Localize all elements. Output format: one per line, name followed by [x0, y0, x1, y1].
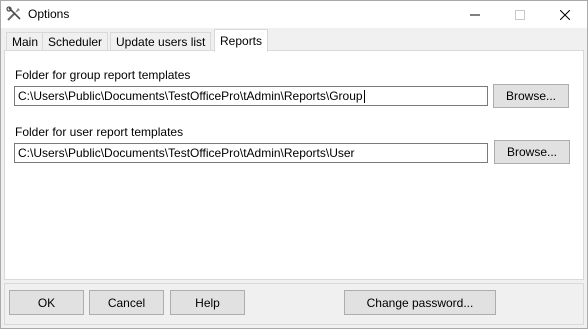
tab-reports[interactable]: Reports [214, 29, 269, 52]
options-window: Options Main Scheduler Update users list… [0, 0, 588, 329]
tab-update-users-list[interactable]: Update users list [110, 32, 212, 51]
maximize-icon [514, 9, 525, 20]
user-templates-label: Folder for user report templates [15, 125, 184, 139]
ok-button[interactable]: OK [9, 290, 84, 315]
tab-main[interactable]: Main [6, 32, 45, 51]
tab-scheduler[interactable]: Scheduler [42, 32, 109, 51]
help-button[interactable]: Help [170, 290, 245, 315]
close-icon [559, 9, 570, 20]
user-templates-path-input[interactable]: C:\Users\Public\Documents\TestOfficePro\… [14, 143, 488, 163]
cancel-button[interactable]: Cancel [89, 290, 164, 315]
maximize-button[interactable] [497, 1, 542, 28]
reports-panel: Folder for group report templates C:\Use… [4, 50, 584, 280]
text-caret [363, 89, 365, 103]
group-templates-label: Folder for group report templates [15, 68, 191, 82]
close-button[interactable] [542, 1, 587, 28]
group-browse-button[interactable]: Browse... [493, 84, 569, 108]
tab-strip: Main Scheduler Update users list Reports [1, 28, 587, 52]
minimize-button[interactable] [452, 1, 497, 28]
tools-icon [6, 6, 22, 22]
change-password-button[interactable]: Change password... [344, 290, 496, 315]
minimize-icon [469, 14, 480, 15]
window-title: Options [28, 7, 70, 21]
title-bar: Options [1, 1, 587, 28]
dialog-button-bar: OK Cancel Help Change password... [4, 283, 584, 325]
group-templates-path-value: C:\Users\Public\Documents\TestOfficePro\… [18, 89, 363, 103]
user-browse-button[interactable]: Browse... [494, 140, 570, 164]
group-templates-path-input[interactable]: C:\Users\Public\Documents\TestOfficePro\… [14, 86, 488, 106]
user-templates-path-value: C:\Users\Public\Documents\TestOfficePro\… [18, 146, 355, 160]
